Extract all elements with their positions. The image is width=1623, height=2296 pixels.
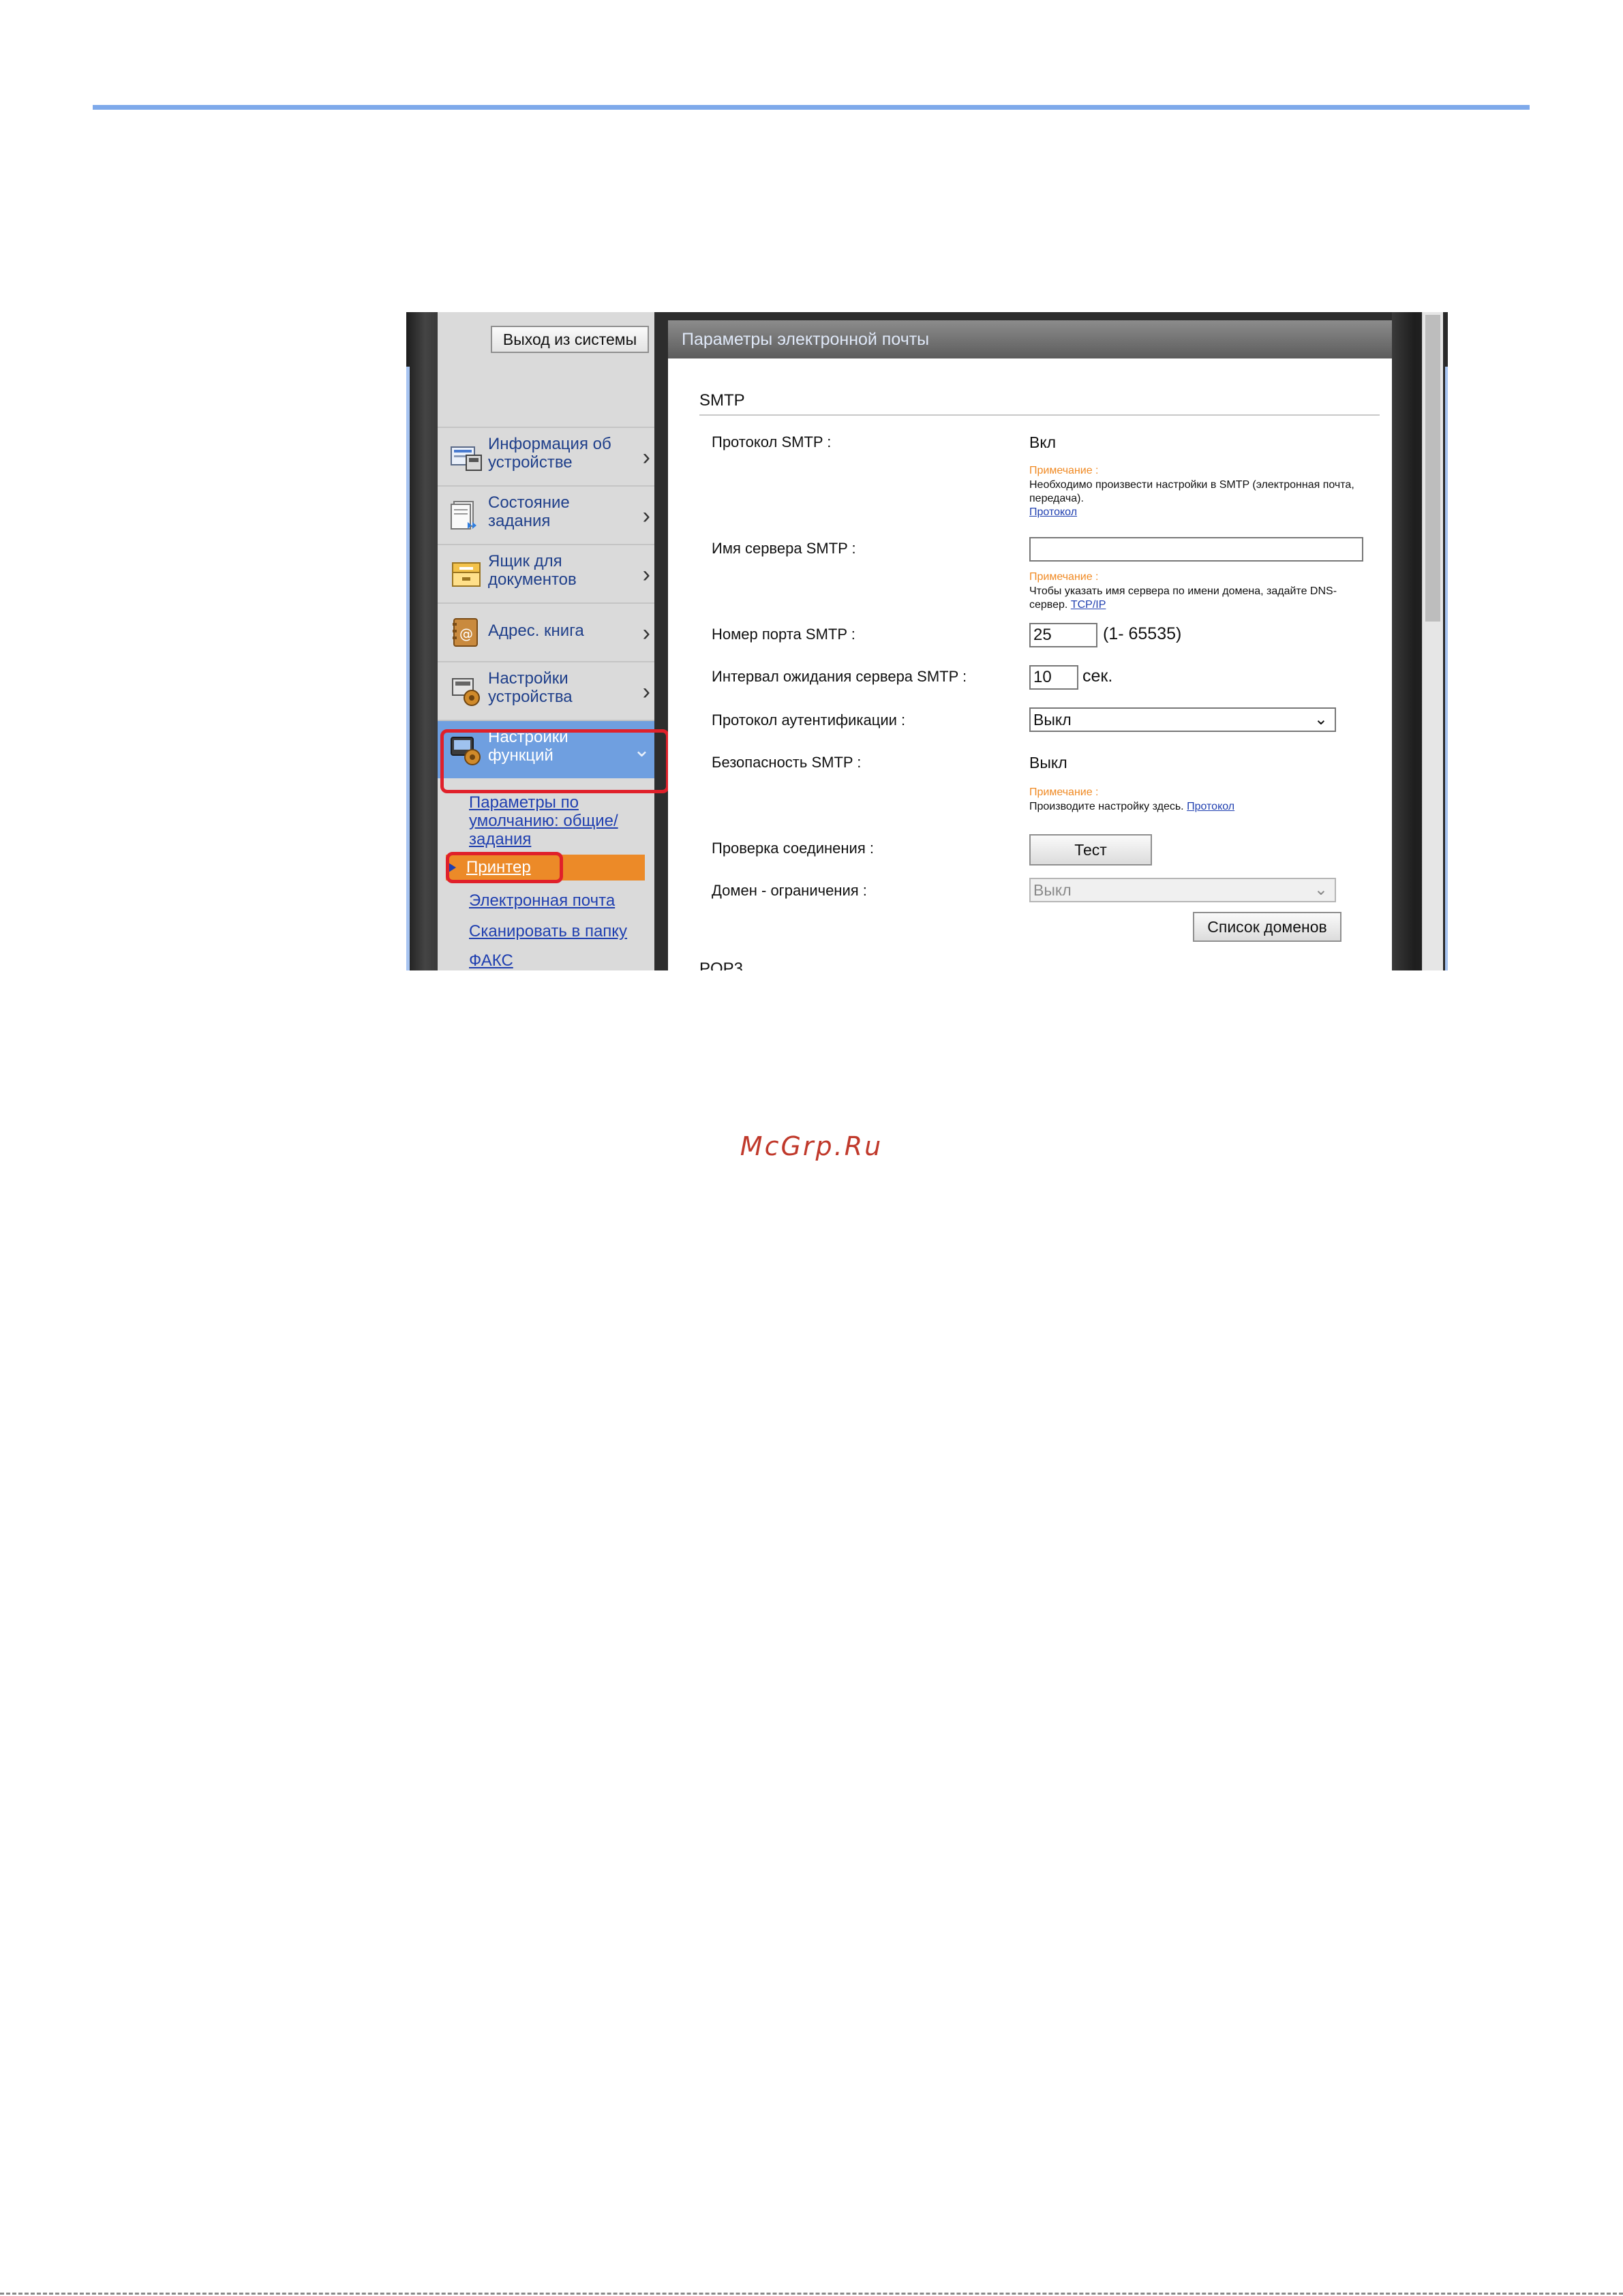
note1-text-body: Необходимо произвести настройки в SMTP (…	[1029, 479, 1354, 504]
sub-link-fax[interactable]: ФАКС	[469, 951, 513, 970]
watermark: McGrp.Ru	[740, 1131, 883, 1161]
chevron-right-icon: ›	[642, 562, 650, 587]
auth-protocol-label: Протокол аутентификации :	[712, 711, 906, 729]
smtp-server-input[interactable]	[1029, 537, 1363, 562]
smtp-port-range: (1- 65535)	[1103, 624, 1182, 643]
left-edge	[406, 367, 410, 970]
highlight-function-settings	[440, 729, 669, 793]
nav-device-info-label: Информация об устройстве	[488, 435, 611, 472]
nav-device-settings-label: Настройки устройства	[488, 669, 573, 706]
document-box-icon	[452, 562, 481, 587]
sub-link-email[interactable]: Электронная почта	[469, 891, 615, 910]
note2-heading: Примечание :	[1029, 571, 1099, 583]
nav-address-book-label: Адрес. книга	[488, 622, 584, 640]
chevron-down-icon: ⌄	[1314, 710, 1328, 729]
pop3-section-title: POP3	[699, 960, 744, 970]
nav-device-settings[interactable]: Настройки устройства ›	[438, 661, 654, 720]
browser-screenshot: Выход из системы Информация об устройств…	[406, 312, 1448, 970]
main-panel: Параметры электронной почты SMTP Протоко…	[668, 320, 1392, 970]
sub-link-defaults[interactable]: Параметры по умолчанию: общие/задания	[469, 793, 654, 848]
sidebar: Выход из системы Информация об устройств…	[438, 312, 669, 970]
nav-job-status-label: Состояние задания	[488, 493, 570, 530]
note2-tcpip-link[interactable]: TCP/IP	[1071, 599, 1106, 611]
nav-document-box[interactable]: Ящик для документов ›	[438, 544, 654, 602]
device-info-icon	[451, 446, 482, 471]
domain-list-button[interactable]: Список доменов	[1193, 912, 1341, 942]
smtp-port-input[interactable]: 25	[1029, 623, 1097, 647]
chevron-right-icon: ›	[642, 503, 650, 529]
nav-job-status[interactable]: Состояние задания ›	[438, 485, 654, 544]
note1-text: Необходимо произвести настройки в SMTP (…	[1029, 478, 1370, 519]
smtp-timeout-label: Интервал ожидания сервера SMTP :	[712, 668, 967, 685]
scrollbar-thumb[interactable]	[1425, 315, 1440, 622]
bottom-rule	[0, 2293, 1623, 2295]
smtp-protocol-value: Вкл	[1029, 433, 1057, 451]
domain-restriction-label: Домен - ограничения :	[712, 882, 867, 899]
connection-check-label: Проверка соединения :	[712, 840, 874, 857]
test-button[interactable]: Тест	[1029, 834, 1152, 866]
svg-text:@: @	[459, 626, 473, 642]
device-settings-icon	[452, 678, 480, 706]
smtp-server-label: Имя сервера SMTP :	[712, 540, 856, 557]
highlight-printer	[446, 852, 563, 883]
chevron-right-icon: ›	[642, 679, 650, 705]
address-book-icon: @	[453, 618, 478, 647]
note1-protocol-link[interactable]: Протокол	[1029, 506, 1077, 518]
job-status-icon	[451, 501, 476, 530]
note2-text: Чтобы указать имя сервера по имени домен…	[1029, 585, 1370, 612]
smtp-security-value: Выкл	[1029, 754, 1067, 771]
auth-protocol-value: Выкл	[1033, 711, 1072, 729]
note3-text: Производите настройку здесь. Протокол	[1029, 800, 1370, 814]
note3-text-body: Производите настройку здесь.	[1029, 801, 1184, 812]
smtp-divider	[699, 414, 1380, 416]
smtp-security-label: Безопасность SMTP :	[712, 754, 862, 771]
nav-address-book[interactable]: @ Адрес. книга ›	[438, 602, 654, 661]
top-rule	[93, 105, 1530, 110]
chevron-right-icon: ›	[642, 620, 650, 646]
smtp-section-title: SMTP	[699, 391, 745, 410]
chevron-right-icon: ›	[642, 444, 650, 470]
domain-restriction-select[interactable]: Выкл ⌄	[1029, 878, 1336, 902]
right-edge	[1445, 367, 1448, 970]
smtp-port-label: Номер порта SMTP :	[712, 626, 855, 643]
smtp-protocol-label: Протокол SMTP :	[712, 433, 832, 450]
sub-link-scan-to-folder[interactable]: Сканировать в папку	[469, 922, 627, 940]
left-frame	[406, 312, 438, 970]
chevron-down-icon: ⌄	[1314, 881, 1328, 899]
note3-heading: Примечание :	[1029, 786, 1099, 798]
main-header: Параметры электронной почты	[668, 320, 1392, 358]
smtp-timeout-input[interactable]: 10	[1029, 665, 1078, 690]
note1-heading: Примечание :	[1029, 465, 1099, 476]
page-title: Параметры электронной почты	[682, 330, 930, 349]
note3-protocol-link[interactable]: Протокол	[1187, 801, 1234, 812]
smtp-timeout-unit: сек.	[1082, 667, 1113, 686]
auth-protocol-select[interactable]: Выкл ⌄	[1029, 707, 1336, 732]
nav-document-box-label: Ящик для документов	[488, 552, 577, 589]
domain-restriction-value: Выкл	[1033, 881, 1072, 899]
nav-device-info[interactable]: Информация об устройстве ›	[438, 427, 654, 485]
logout-button[interactable]: Выход из системы	[491, 326, 649, 353]
vertical-scrollbar[interactable]	[1422, 312, 1443, 970]
